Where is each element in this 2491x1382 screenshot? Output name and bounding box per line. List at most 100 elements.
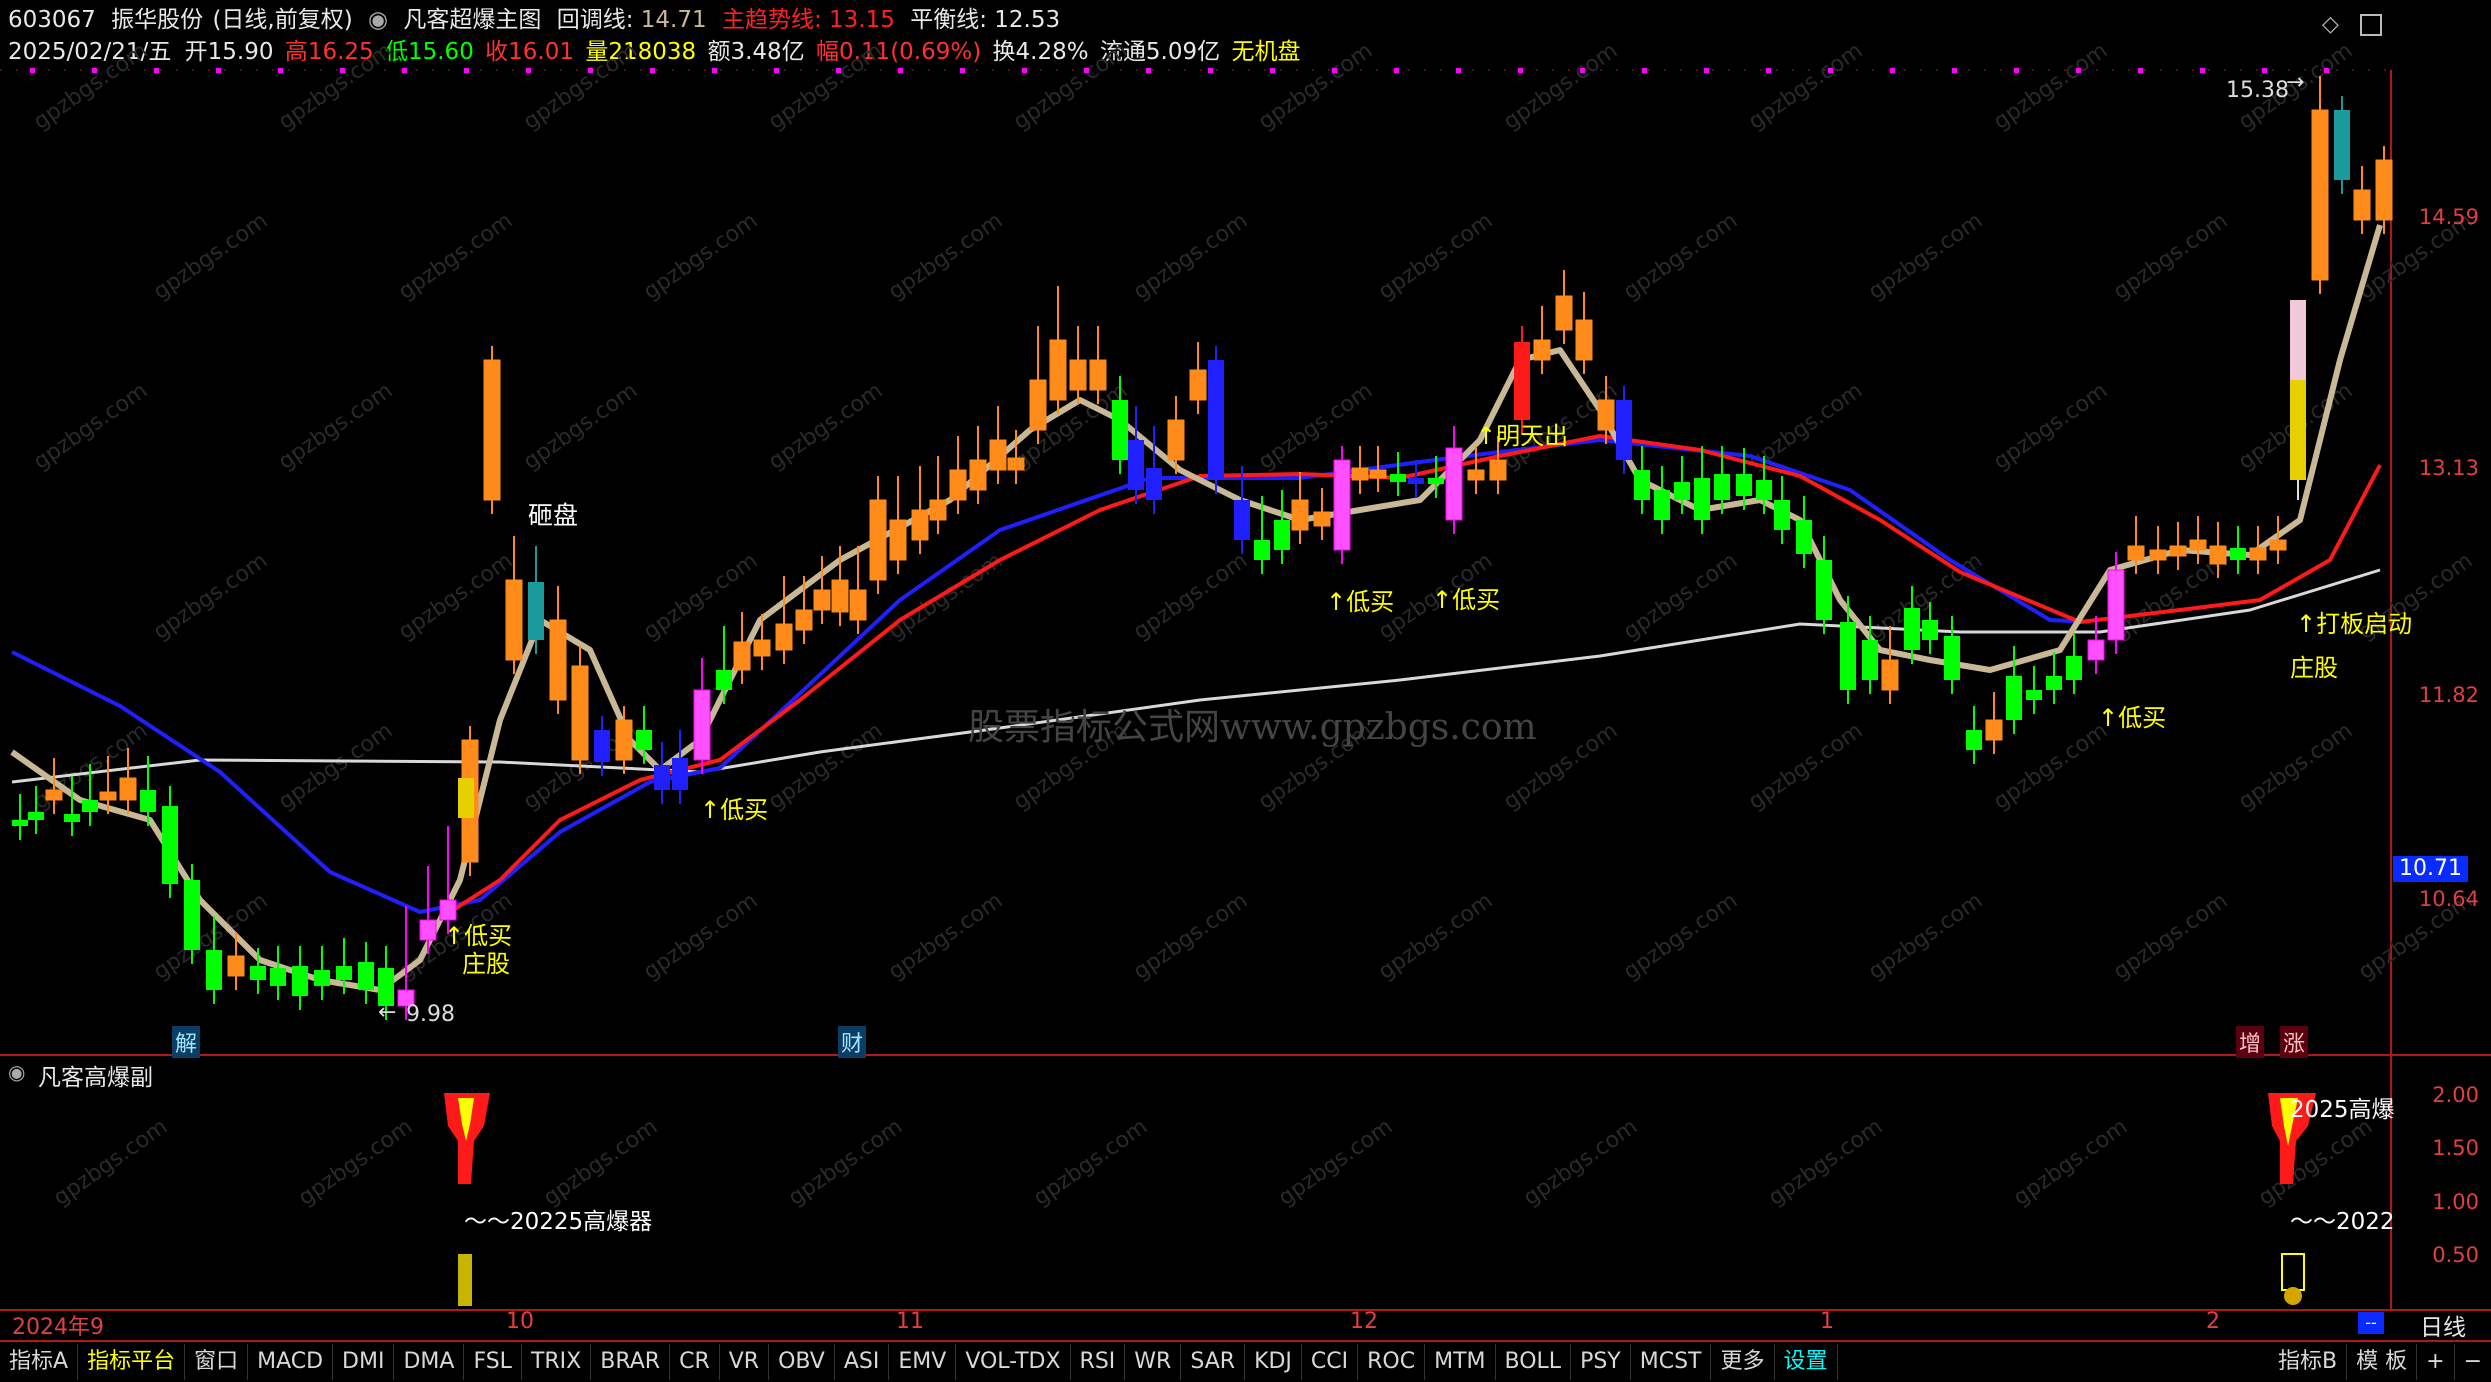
- tab-settings[interactable]: 设置: [1775, 1344, 1838, 1380]
- tab-psy[interactable]: PSY: [1571, 1344, 1631, 1380]
- candle-body: [1654, 490, 1670, 520]
- tab-template[interactable]: 模 板: [2347, 1344, 2418, 1380]
- tab-cr[interactable]: CR: [670, 1344, 720, 1380]
- watermark-text: gpzbgs.com: [2009, 1114, 2132, 1211]
- main-price-chart[interactable]: gpzbgs.com gpzbgs.com gpzbgs.com gpzbgs.com…: [0, 0, 2491, 1058]
- candle-body: [1467, 469, 1485, 481]
- zoom-in-button[interactable]: +: [2417, 1344, 2455, 1380]
- candle: [1069, 326, 1087, 404]
- candle-body: [2169, 545, 2187, 557]
- candle-body: [1616, 400, 1632, 460]
- watermark-text: gpzbgs.com: [784, 1114, 907, 1211]
- candle-body: [2290, 380, 2306, 480]
- candle: [2046, 652, 2062, 704]
- tab-boll[interactable]: BOLL: [1496, 1344, 1572, 1380]
- tab-kdj[interactable]: KDJ: [1245, 1344, 1302, 1380]
- candle-body: [1922, 620, 1938, 640]
- tab-indicator-platform[interactable]: 指标平台: [78, 1344, 186, 1380]
- candle-body: [2334, 110, 2350, 180]
- signal-dot: [2200, 68, 2205, 73]
- candle: [1774, 476, 1790, 544]
- event-jie-badge[interactable]: 解: [172, 1026, 201, 1058]
- candle: [1533, 306, 1551, 374]
- tab-brar[interactable]: BRAR: [591, 1344, 671, 1380]
- period-selector[interactable]: 日线: [2420, 1308, 2466, 1342]
- tab-sar[interactable]: SAR: [1181, 1344, 1246, 1380]
- candle: [2189, 516, 2207, 564]
- tab-obv[interactable]: OBV: [769, 1344, 835, 1380]
- event-zhang-badge[interactable]: 涨: [2280, 1026, 2309, 1058]
- tab-fsl[interactable]: FSL: [464, 1344, 522, 1380]
- candle-body: [64, 814, 80, 822]
- candle-body: [2209, 545, 2227, 565]
- signal-dot: [898, 68, 903, 73]
- candle: [2149, 526, 2167, 574]
- collapse-indicator-button[interactable]: --: [2358, 1312, 2384, 1334]
- tab-dma[interactable]: DMA: [394, 1344, 465, 1380]
- candle-body: [693, 689, 711, 761]
- candle-body: [733, 641, 751, 671]
- tab-cci[interactable]: CCI: [1302, 1344, 1359, 1380]
- tab-trix[interactable]: TRIX: [522, 1344, 592, 1380]
- candle-body: [716, 670, 732, 690]
- candle-body: [1756, 480, 1772, 500]
- candle: [2087, 616, 2105, 674]
- tab-vr[interactable]: VR: [720, 1344, 770, 1380]
- candle-body: [1881, 659, 1899, 691]
- signal-dot: [1332, 68, 1337, 73]
- candle-body: [753, 639, 771, 657]
- watermark-text: gpzbgs.com: [1519, 1114, 1642, 1211]
- candle-body: [1049, 339, 1067, 401]
- tab-window[interactable]: 窗口: [185, 1344, 249, 1380]
- dimai-label-4: ↑低买: [1432, 586, 1501, 614]
- candle-body: [1351, 467, 1369, 481]
- tab-vol-tdx[interactable]: VOL-TDX: [956, 1344, 1071, 1380]
- candle-body: [929, 499, 947, 521]
- event-zeng-badge[interactable]: 增: [2236, 1026, 2265, 1058]
- candle-body: [119, 777, 137, 801]
- candle-body: [82, 800, 98, 812]
- candle-body: [505, 579, 523, 661]
- tab-mtm[interactable]: MTM: [1425, 1344, 1496, 1380]
- watermark-text: gpzbgs.com: [294, 1114, 417, 1211]
- tab-rsi[interactable]: RSI: [1071, 1344, 1126, 1380]
- candle: [1274, 490, 1290, 564]
- watermark-text: gpzbgs.com: [1744, 718, 1867, 815]
- tab-roc[interactable]: ROC: [1358, 1344, 1426, 1380]
- tab-dmi[interactable]: DMI: [333, 1344, 395, 1380]
- tab-indicator-b[interactable]: 指标B: [2269, 1344, 2348, 1380]
- low-price-label: 9.98: [406, 1002, 455, 1027]
- candle: [1029, 326, 1047, 444]
- candle-body: [1208, 360, 1224, 480]
- tab-asi[interactable]: ASI: [835, 1344, 890, 1380]
- candle: [1208, 346, 1224, 494]
- boom-bar-1: [458, 1254, 472, 1306]
- tab-indicator-a[interactable]: 指标A: [0, 1344, 79, 1380]
- candle: [1654, 466, 1670, 534]
- candle-body: [1445, 447, 1463, 521]
- tab-mcst[interactable]: MCST: [1631, 1344, 1712, 1380]
- date-tick-3: 11: [896, 1309, 924, 1334]
- candle-body: [2087, 639, 2105, 661]
- zoom-out-button[interactable]: −: [2455, 1344, 2491, 1380]
- tab-wr[interactable]: WR: [1125, 1344, 1182, 1380]
- tab-more[interactable]: 更多: [1711, 1344, 1775, 1380]
- candle-body: [419, 919, 437, 941]
- candle-body: [206, 950, 222, 990]
- watermark-text: gpzbgs.com: [2109, 888, 2232, 985]
- candle: [636, 706, 652, 764]
- tab-macd[interactable]: MACD: [248, 1344, 334, 1380]
- candle-body: [184, 880, 200, 950]
- candle-body: [1736, 474, 1752, 496]
- event-cai-badge[interactable]: 财: [838, 1026, 867, 1058]
- candle-body: [889, 519, 907, 561]
- tab-emv[interactable]: EMV: [889, 1344, 957, 1380]
- candle-body: [1167, 419, 1185, 461]
- candle-body: [1369, 469, 1387, 479]
- candle: [1291, 472, 1309, 544]
- candle: [2169, 522, 2187, 570]
- signal-dot: [1084, 68, 1089, 73]
- candle-body: [1146, 468, 1162, 500]
- sub-indicator-chart[interactable]: gpzbgs.com gpzbgs.com gpzbgs.com gpzbgs.com…: [0, 1056, 2491, 1340]
- candle-body: [2290, 300, 2306, 380]
